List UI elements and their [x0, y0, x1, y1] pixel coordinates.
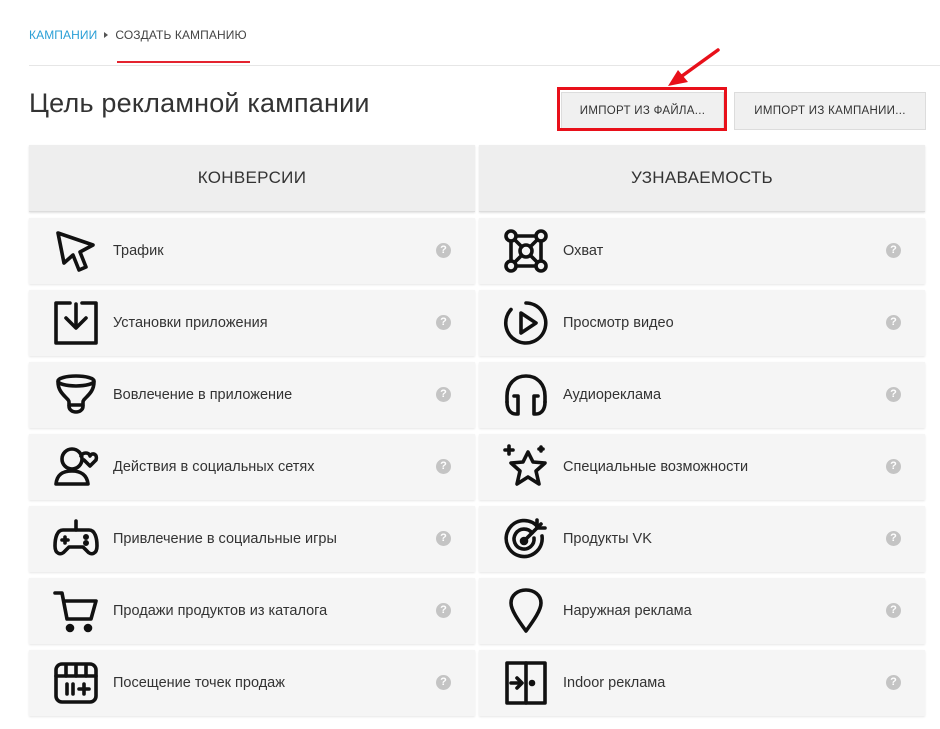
- objective-app-installs[interactable]: Установки приложения ?: [29, 290, 475, 356]
- objective-label: Аудиореклама: [563, 387, 662, 403]
- breadcrumb-active-underline: [117, 61, 250, 63]
- objective-audio-ads[interactable]: Аудиореклама ?: [479, 362, 925, 428]
- help-icon[interactable]: ?: [436, 459, 451, 474]
- objective-store-visits[interactable]: Посещение точек продаж ?: [29, 650, 475, 716]
- objective-vk-products[interactable]: Продукты VK ?: [479, 506, 925, 572]
- help-icon[interactable]: ?: [886, 603, 901, 618]
- social-person-icon: [53, 444, 99, 490]
- objective-reach[interactable]: Охват ?: [479, 218, 925, 284]
- annotation-highlight-box: [557, 87, 727, 131]
- objective-video-views[interactable]: Просмотр видео ?: [479, 290, 925, 356]
- gamepad-icon: [53, 516, 99, 562]
- door-enter-icon: [503, 660, 549, 706]
- objective-outdoor-ads[interactable]: Наружная реклама ?: [479, 578, 925, 644]
- network-reach-icon: [503, 228, 549, 274]
- cart-icon: [53, 588, 99, 634]
- objective-label: Действия в социальных сетях: [113, 459, 315, 475]
- awareness-column: УЗНАВАЕМОСТЬ Охват ? Просмотр видео ? Ау…: [479, 145, 925, 716]
- annotation-arrow-icon: [668, 48, 720, 86]
- breadcrumb-campaigns-link[interactable]: КАМПАНИИ: [29, 28, 97, 42]
- objective-indoor-ads[interactable]: Indoor реклама ?: [479, 650, 925, 716]
- help-icon[interactable]: ?: [436, 531, 451, 546]
- store-icon: [53, 660, 99, 706]
- header-divider: [29, 65, 940, 66]
- cursor-click-icon: [53, 228, 99, 274]
- objective-label: Трафик: [113, 243, 164, 259]
- objective-label: Охват: [563, 243, 604, 259]
- objective-label: Установки приложения: [113, 315, 268, 331]
- breadcrumb-separator-icon: [104, 32, 109, 38]
- breadcrumb: КАМПАНИИ СОЗДАТЬ КАМПАНИЮ: [29, 28, 247, 42]
- download-box-icon: [53, 300, 99, 346]
- help-icon[interactable]: ?: [436, 315, 451, 330]
- objective-app-engagement[interactable]: Вовлечение в приложение ?: [29, 362, 475, 428]
- star-sparkle-icon: [503, 444, 549, 490]
- objective-label: Привлечение в социальные игры: [113, 531, 337, 547]
- page-title: Цель рекламной кампании: [29, 88, 370, 118]
- help-icon[interactable]: ?: [886, 315, 901, 330]
- objective-label: Indoor реклама: [563, 675, 666, 691]
- map-pin-icon: [503, 588, 549, 634]
- objective-label: Наружная реклама: [563, 603, 692, 619]
- help-icon[interactable]: ?: [886, 243, 901, 258]
- play-circle-icon: [503, 300, 549, 346]
- help-icon[interactable]: ?: [886, 675, 901, 690]
- help-icon[interactable]: ?: [436, 675, 451, 690]
- objective-label: Просмотр видео: [563, 315, 674, 331]
- awareness-header: УЗНАВАЕМОСТЬ: [479, 145, 925, 212]
- target-icon: [503, 516, 549, 562]
- objective-social-games[interactable]: Привлечение в социальные игры ?: [29, 506, 475, 572]
- objective-social-actions[interactable]: Действия в социальных сетях ?: [29, 434, 475, 500]
- help-icon[interactable]: ?: [436, 387, 451, 402]
- objective-label: Специальные возможности: [563, 459, 749, 475]
- conversions-header: КОНВЕРСИИ: [29, 145, 475, 212]
- breadcrumb-current: СОЗДАТЬ КАМПАНИЮ: [115, 28, 247, 42]
- conversions-column: КОНВЕРСИИ Трафик ? Установки приложения …: [29, 145, 475, 716]
- objective-traffic[interactable]: Трафик ?: [29, 218, 475, 284]
- help-icon[interactable]: ?: [886, 459, 901, 474]
- objective-special-features[interactable]: Специальные возможности ?: [479, 434, 925, 500]
- objective-catalog-sales[interactable]: Продажи продуктов из каталога ?: [29, 578, 475, 644]
- help-icon[interactable]: ?: [886, 531, 901, 546]
- headphones-icon: [503, 372, 549, 418]
- import-from-campaign-button[interactable]: ИМПОРТ ИЗ КАМПАНИИ...: [734, 92, 926, 130]
- objective-label: Продажи продуктов из каталога: [113, 603, 328, 619]
- objective-label: Продукты VK: [563, 531, 652, 547]
- objective-label: Вовлечение в приложение: [113, 387, 293, 403]
- help-icon[interactable]: ?: [886, 387, 901, 402]
- funnel-icon: [53, 372, 99, 418]
- help-icon[interactable]: ?: [436, 603, 451, 618]
- help-icon[interactable]: ?: [436, 243, 451, 258]
- objective-label: Посещение точек продаж: [113, 675, 285, 691]
